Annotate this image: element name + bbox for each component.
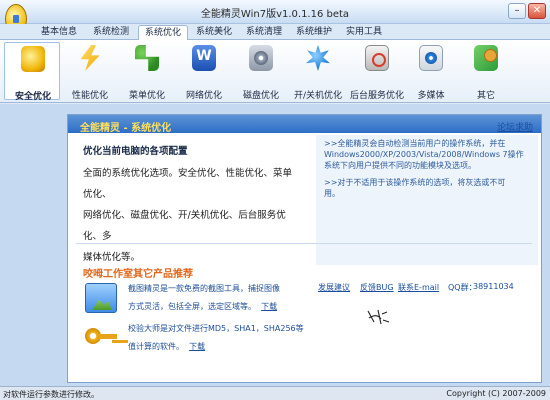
bug-report-link[interactable]: 反馈BUG (360, 282, 394, 293)
promo-title: 咬呣工作室其它产品推荐 (83, 269, 193, 280)
tab-system-maintain[interactable]: 系统维护 (289, 25, 339, 40)
section-title: 优化当前电脑的各项配置 (83, 146, 188, 157)
toolbar-item-label: 其它 (476, 91, 495, 101)
toolbar-item-other[interactable]: 其它 (458, 42, 514, 101)
tab-system-check[interactable]: 系统检测 (86, 25, 136, 40)
window-controls: – ✕ (508, 3, 546, 19)
power-icon (306, 45, 330, 71)
panel-header: 全能精灵 - 系统优化 论坛求助 (68, 115, 541, 134)
service-icon (365, 45, 389, 71)
forum-help-link[interactable]: 论坛求助 (497, 120, 533, 133)
info-box: >>全能精灵会自动检测当前用户的操作系统，并在 Windows2000/XP/2… (316, 135, 538, 265)
product-line: 截图精灵是一款免费的截图工具，捕捉图像 (128, 284, 280, 293)
download-link[interactable]: 下载 (189, 342, 205, 351)
key-icon (85, 326, 117, 356)
disk-icon (249, 45, 273, 71)
panel-title: 全能精灵 - 系统优化 (80, 123, 172, 134)
download-link[interactable]: 下载 (261, 302, 277, 311)
info-line: 系统下向用户提供不同的功能模块及选项。 (324, 161, 476, 170)
tab-basic-info[interactable]: 基本信息 (34, 25, 84, 40)
info-line: >>全能精灵会自动检测当前用户的操作系统，并在 (324, 139, 506, 148)
product-line: 值计算的软件。 下载 (128, 342, 206, 351)
tab-system-beautify[interactable]: 系统美化 (189, 25, 239, 40)
tab-tools[interactable]: 实用工具 (339, 25, 389, 40)
toolbar-item-disk[interactable]: 磁盘优化 (233, 42, 289, 101)
toolbar-item-label: 多媒体 (417, 91, 445, 101)
qq-group-number: 38911034 (473, 282, 514, 291)
close-button[interactable]: ✕ (528, 3, 546, 19)
info-line: >>对于不适用于该操作系统的选项，将灰选或不可 (324, 178, 506, 187)
main-tabs: 基本信息 系统检测 系统优化 系统美化 系统清理 系统维护 实用工具 (0, 24, 550, 40)
divider (76, 243, 532, 244)
menu-icon (135, 45, 159, 71)
product-description: 截图精灵是一款免费的截图工具，捕捉图像 方式灵活，包括全屏，选定区域等。 下载 (128, 280, 328, 316)
toolbar-item-label: 菜单优化 (128, 91, 165, 101)
feedback-link[interactable]: 发展建议 (318, 282, 350, 293)
minimize-button[interactable]: – (508, 3, 526, 19)
toolbar-item-label: 安全优化 (14, 92, 51, 102)
toolbar-item-performance[interactable]: 性能优化 (62, 42, 118, 101)
toolbar-item-services[interactable]: 后台服务优化 (345, 42, 409, 101)
toolbar-item-label: 后台服务优化 (349, 91, 404, 101)
section-description: 全面的系统优化选项。安全优化、性能优化、菜单优化、 网络优化、磁盘优化、开/关机… (83, 163, 298, 268)
description-line: 网络优化、磁盘优化、开/关机优化、后台服务优化、多 (83, 210, 286, 242)
status-text: 对软件运行参数进行修改。 (3, 390, 99, 399)
info-line: 用。 (324, 189, 340, 198)
product-line: 校验大师是对文件进行MD5，SHA1，SHA256等 (128, 324, 304, 333)
toolbar-item-security[interactable]: 安全优化 (4, 42, 60, 102)
signature-mark (367, 309, 390, 325)
optimize-panel: 全能精灵 - 系统优化 论坛求助 优化当前电脑的各项配置 全面的系统优化选项。安… (67, 114, 542, 383)
shield-icon (21, 46, 45, 72)
other-icon (474, 45, 498, 71)
media-icon (419, 45, 443, 71)
window-title: 全能精灵Win7版v1.0.1.16 beta (200, 9, 350, 20)
toolbar-item-label: 性能优化 (71, 91, 108, 101)
toolbar-item-startup[interactable]: 开/关机优化 (288, 42, 348, 101)
product-line: 方式灵活，包括全屏，选定区域等。 下载 (128, 302, 278, 311)
tab-system-clean[interactable]: 系统清理 (239, 25, 289, 40)
network-icon (192, 45, 216, 71)
lightning-icon (80, 45, 100, 71)
screenshot-tool-icon (85, 283, 117, 313)
title-bar: 全能精灵Win7版v1.0.1.16 beta – ✕ (0, 0, 550, 34)
toolbar-item-menu[interactable]: 菜单优化 (119, 42, 175, 101)
status-bar: 对软件运行参数进行修改。 Copyright (C) 2007-2009 (0, 386, 550, 400)
toolbar-item-label: 网络优化 (185, 91, 222, 101)
tab-system-optimize[interactable]: 系统优化 (138, 25, 188, 40)
toolbar-item-label: 磁盘优化 (242, 91, 279, 101)
info-line: Windows2000/XP/2003/Vista/2008/Windows 7… (324, 150, 524, 159)
optimize-toolbar: 安全优化 性能优化 菜单优化 网络优化 磁盘优化 开/关机优化 后台服务优化 多… (0, 40, 550, 103)
copyright-text: Copyright (C) 2007-2009 (446, 389, 546, 398)
email-link[interactable]: 联系E-mail (398, 282, 439, 293)
toolbar-item-media[interactable]: 多媒体 (403, 42, 459, 101)
product-description: 校验大师是对文件进行MD5，SHA1，SHA256等 值计算的软件。 下载 (128, 320, 328, 356)
description-line: 全面的系统优化选项。安全优化、性能优化、菜单优化、 (83, 168, 293, 200)
toolbar-item-label: 开/关机优化 (293, 91, 343, 101)
toolbar-item-network[interactable]: 网络优化 (176, 42, 232, 101)
